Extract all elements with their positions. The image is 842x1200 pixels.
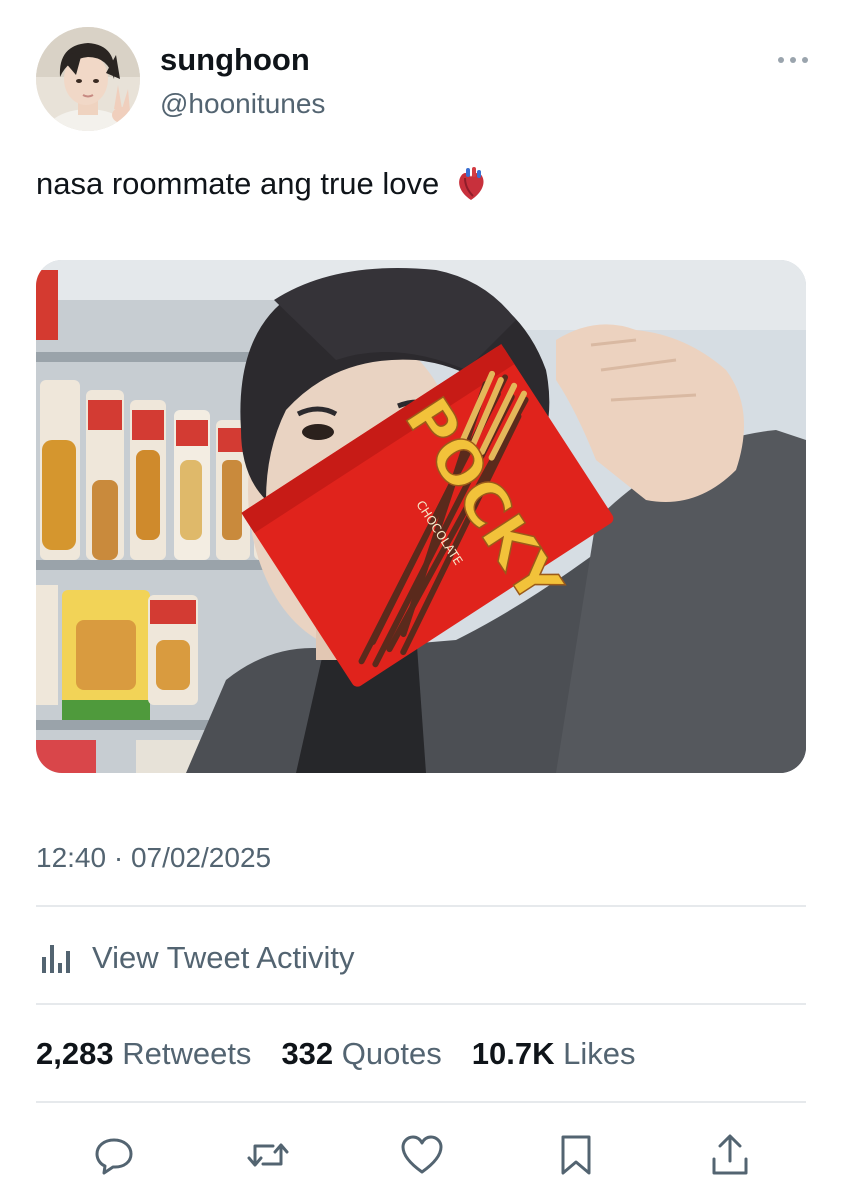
photo-image: POCKY CHOCOLATE (36, 260, 806, 773)
retweet-button[interactable] (245, 1132, 291, 1178)
user-avatar-icon (36, 27, 140, 131)
likes-label: Likes (563, 1036, 636, 1071)
view-tweet-activity-label: View Tweet Activity (92, 940, 355, 975)
more-options-button[interactable] (776, 52, 810, 68)
quotes-label: Quotes (341, 1036, 442, 1071)
more-icon (778, 57, 808, 63)
tweet-text: nasa roommate ang true love (36, 166, 487, 202)
retweets-count: 2,283 (36, 1036, 114, 1071)
anatomical-heart-emoji-icon (455, 166, 487, 202)
avatar[interactable] (36, 27, 140, 131)
tweet-timestamp[interactable]: 12:40 · 07/02/2025 (36, 842, 271, 874)
like-button[interactable] (399, 1132, 445, 1178)
tweet-text-content: nasa roommate ang true love (36, 166, 440, 201)
tweet-photo[interactable]: POCKY CHOCOLATE (36, 260, 806, 773)
divider (36, 905, 806, 907)
retweets-label: Retweets (122, 1036, 252, 1071)
display-name[interactable]: sunghoon (160, 42, 310, 78)
share-button[interactable] (707, 1132, 753, 1178)
divider (36, 1101, 806, 1103)
likes-count: 10.7K (471, 1036, 555, 1071)
user-handle[interactable]: @hoonitunes (160, 88, 325, 120)
bookmark-icon (561, 1135, 591, 1175)
share-icon (712, 1134, 748, 1175)
retweet-icon (247, 1143, 289, 1167)
reply-button[interactable] (91, 1132, 137, 1178)
reply-icon (95, 1138, 133, 1175)
likes-stat[interactable]: 10.7K Likes (472, 1036, 636, 1072)
retweets-stat[interactable]: 2,283 Retweets (36, 1036, 251, 1072)
tweet-stats: 2,283 Retweets 332 Quotes 10.7K Likes (36, 1036, 665, 1072)
bookmark-button[interactable] (553, 1132, 599, 1178)
bar-chart-icon (42, 945, 70, 973)
view-tweet-activity-button[interactable]: View Tweet Activity (36, 936, 354, 980)
divider (36, 1003, 806, 1005)
quotes-stat[interactable]: 332 Quotes (281, 1036, 441, 1072)
quotes-count: 332 (281, 1036, 334, 1071)
heart-icon (401, 1135, 443, 1174)
